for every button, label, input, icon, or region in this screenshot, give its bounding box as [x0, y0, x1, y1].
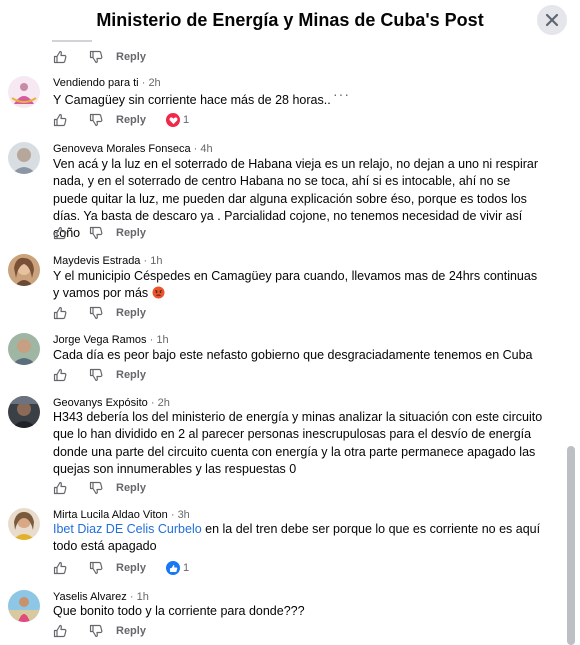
comment-actions: Reply [53, 560, 146, 576]
thumbs-up-icon[interactable] [53, 226, 67, 240]
reply-button[interactable]: Reply [116, 307, 146, 319]
timestamp[interactable]: 1h [137, 591, 149, 603]
thumbs-up-icon[interactable] [53, 50, 67, 64]
thumbs-down-icon[interactable] [89, 50, 103, 64]
reaction-count: 1 [183, 562, 190, 574]
avatar[interactable] [8, 76, 40, 108]
thumbs-up-icon[interactable] [53, 561, 67, 575]
reply-button[interactable]: Reply [116, 227, 146, 239]
reply-button[interactable]: Reply [116, 114, 146, 126]
avatar[interactable] [8, 590, 40, 622]
avatar[interactable] [8, 333, 40, 365]
reply-button[interactable]: Reply [116, 562, 146, 574]
reply-button[interactable]: Reply [116, 51, 146, 63]
thumbs-up-icon[interactable] [53, 368, 67, 382]
reaction-summary[interactable]: 1 [166, 112, 189, 128]
thumbs-down-icon[interactable] [89, 368, 103, 382]
dialog-header: Ministerio de Energía y Minas de Cuba's … [0, 0, 580, 42]
thread-line [52, 40, 92, 42]
close-icon [545, 13, 559, 27]
thumbs-up-icon[interactable] [53, 306, 67, 320]
thumbs-down-icon[interactable] [89, 226, 103, 240]
thumbs-down-icon[interactable] [89, 624, 103, 638]
author-name[interactable]: Geovanys Expósito [53, 397, 148, 409]
comment-text: Cada día es peor bajo este nefasto gobie… [53, 348, 533, 362]
comment-actions: Reply [53, 480, 146, 496]
author-name[interactable]: Yaselis Alvarez [53, 591, 127, 603]
reply-button[interactable]: Reply [116, 625, 146, 637]
comment-text: Ibet Diaz DE Celis Curbelo en la del tre… [53, 522, 541, 554]
comment-actions: Reply [53, 225, 146, 241]
love-reaction-icon [166, 113, 180, 127]
author-name[interactable]: Mirta Lucila Aldao Viton [53, 509, 168, 521]
scrollbar[interactable] [567, 446, 575, 645]
more-options-button[interactable]: ··· [333, 86, 350, 102]
reaction-count: 1 [183, 114, 190, 126]
comment-actions: Reply [53, 112, 146, 128]
thumbs-down-icon[interactable] [89, 561, 103, 575]
angry-face-icon [152, 286, 165, 299]
reply-button[interactable]: Reply [116, 369, 146, 381]
close-button[interactable] [537, 5, 567, 35]
avatar[interactable] [8, 142, 40, 174]
timestamp[interactable]: 4h [200, 143, 212, 155]
thumbs-up-icon[interactable] [53, 624, 67, 638]
comment-text: H343 debería los del ministerio de energ… [53, 410, 543, 476]
timestamp[interactable]: 1h [150, 255, 162, 267]
author-name[interactable]: Vendiendo para ti [53, 77, 139, 89]
author-name[interactable]: Genoveva Morales Fonseca [53, 143, 191, 155]
reaction-summary[interactable]: 1 [166, 560, 189, 576]
thumbs-down-icon[interactable] [89, 481, 103, 495]
avatar[interactable] [8, 254, 40, 286]
reply-button[interactable]: Reply [116, 482, 146, 494]
timestamp[interactable]: 1h [156, 334, 168, 346]
comment-actions: Reply [53, 49, 146, 65]
comment-text: Y Camagüey sin corriente hace más de 28 … [53, 93, 331, 107]
comment-actions: Reply [53, 623, 146, 639]
like-reaction-icon [166, 561, 180, 575]
timestamp[interactable]: 2h [158, 397, 170, 409]
thumbs-up-icon[interactable] [53, 481, 67, 495]
mention-link[interactable]: Ibet Diaz DE Celis Curbelo [53, 522, 202, 536]
comment-text: Y el municipio Céspedes en Camagüey para… [53, 269, 538, 301]
comment-actions: Reply [53, 305, 146, 321]
thumbs-up-icon[interactable] [53, 113, 67, 127]
thumbs-down-icon[interactable] [89, 306, 103, 320]
comment-text: Que bonito todo y la corriente para dond… [53, 604, 305, 618]
author-name[interactable]: Maydevis Estrada [53, 255, 140, 267]
avatar[interactable] [8, 396, 40, 428]
timestamp[interactable]: 3h [178, 509, 190, 521]
dialog-title: Ministerio de Energía y Minas de Cuba's … [96, 10, 484, 30]
timestamp[interactable]: 2h [148, 77, 160, 89]
thumbs-down-icon[interactable] [89, 113, 103, 127]
avatar[interactable] [8, 508, 40, 540]
comment-actions: Reply [53, 367, 146, 383]
author-name[interactable]: Jorge Vega Ramos [53, 334, 147, 346]
